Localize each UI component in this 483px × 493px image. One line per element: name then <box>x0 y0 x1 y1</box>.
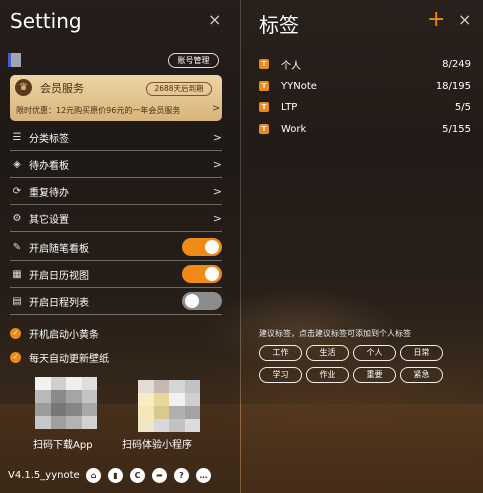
version-label: V4.1.5_yynote <box>8 470 80 481</box>
chat-icon[interactable]: … <box>196 468 211 483</box>
menu-item-label: 分类标签 <box>29 133 69 145</box>
tag-name: Work <box>281 123 307 135</box>
toggle-knob <box>185 294 199 308</box>
add-tag-icon[interactable]: + <box>427 9 445 31</box>
miniprogram-qr <box>138 380 200 432</box>
tag-name: LTP <box>281 101 298 113</box>
tag-item[interactable]: T YYNote 18/195 <box>259 78 471 94</box>
tag-icon: T <box>259 59 269 69</box>
suggested-tag-chip[interactable]: 日常 <box>400 345 443 361</box>
copyright-icon[interactable]: C <box>130 468 145 483</box>
tag-count: 5/155 <box>442 123 471 135</box>
suggested-tag-chip[interactable]: 个人 <box>353 345 396 361</box>
settings-title: Setting <box>10 9 82 33</box>
tag-count: 5/5 <box>454 101 471 113</box>
chevron-right-icon: > <box>212 184 222 198</box>
suggested-tag-chip[interactable]: 重要 <box>353 367 396 383</box>
tags-title: 标签 <box>259 13 299 37</box>
toggle-row-calendar-view: ▦ 开启日历视图 <box>10 261 222 288</box>
tag-icon: T <box>259 124 269 134</box>
schedule-icon: ▤ <box>12 295 22 307</box>
gear-icon: ⚙ <box>12 212 22 224</box>
member-service-card[interactable]: ♛ 会员服务 2688天后到期 限时优惠：12元购买原价96元的一年会员服务 > <box>10 75 222 121</box>
tag-item[interactable]: T 个人 8/249 <box>259 56 471 72</box>
repeat-icon: ⟳ <box>12 185 22 197</box>
toggle-row-notes-board: ✎ 开启随笔看板 <box>10 234 222 261</box>
home-icon[interactable]: ⌂ <box>86 468 101 483</box>
calendar-icon: ▦ <box>12 268 22 280</box>
member-expiry-badge: 2688天后到期 <box>146 82 212 96</box>
notes-board-toggle[interactable] <box>182 238 222 256</box>
check-label: 开机启动小黄条 <box>29 330 99 341</box>
book-icon[interactable]: ▮ <box>108 468 123 483</box>
toggle-label: 开启日历视图 <box>29 270 89 282</box>
suggested-tag-chip[interactable]: 作业 <box>306 367 349 383</box>
suggested-tag-chip[interactable]: 紧急 <box>400 367 443 383</box>
suggested-tag-chip[interactable]: 工作 <box>259 345 302 361</box>
tag-count: 18/195 <box>435 80 471 92</box>
check-icon: ✓ <box>10 352 21 363</box>
check-wallpaper[interactable]: ✓ 每天自动更新壁纸 <box>10 350 109 365</box>
toggle-row-schedule-list: ▤ 开启日程列表 <box>10 288 222 315</box>
toggle-label: 开启日程列表 <box>29 297 89 309</box>
avatar[interactable] <box>8 53 21 67</box>
member-promo-text: 限时优惠：12元购买原价96元的一年会员服务 <box>16 106 181 115</box>
qr-caption-miniprogram: 扫码体验小程序 <box>122 440 192 451</box>
suggest-tip: 建议标签，点击建议标签可添加到个人标签 <box>259 329 411 338</box>
suggested-tags: 工作 生活 个人 日常 学习 作业 重要 紧急 <box>259 345 445 383</box>
footer-icons: ⌂ ▮ C ➦ ? … <box>86 468 211 483</box>
toggle-knob <box>205 267 219 281</box>
chevron-right-icon: > <box>212 130 222 144</box>
tag-item[interactable]: T LTP 5/5 <box>259 99 471 115</box>
schedule-list-toggle[interactable] <box>182 292 222 310</box>
layers-icon: ◈ <box>13 158 21 170</box>
suggested-tag-chip[interactable]: 生活 <box>306 345 349 361</box>
app-download-qr <box>35 377 97 429</box>
tag-icon: T <box>259 81 269 91</box>
crown-icon: ♛ <box>15 79 32 96</box>
check-startup[interactable]: ✓ 开机启动小黄条 <box>10 326 99 341</box>
note-icon: ✎ <box>12 241 22 253</box>
tag-count: 8/249 <box>442 58 471 70</box>
check-icon: ✓ <box>10 328 21 339</box>
tags-panel: 标签 + × T 个人 8/249 T YYNote 18/195 T LTP … <box>241 0 483 493</box>
share-icon[interactable]: ➦ <box>152 468 167 483</box>
qr-caption-app: 扫码下载App <box>33 440 93 451</box>
menu-item-repeat-todo[interactable]: ⟳ 重复待办 > <box>10 178 222 205</box>
settings-close-icon[interactable]: × <box>208 12 221 28</box>
menu-item-tags[interactable]: ☰ 分类标签 > <box>10 124 222 151</box>
help-icon[interactable]: ? <box>174 468 189 483</box>
chevron-right-icon: > <box>212 157 222 171</box>
menu-item-label: 其它设置 <box>29 214 69 226</box>
list-icon: ☰ <box>12 131 22 143</box>
tag-name: 个人 <box>281 60 301 72</box>
tag-item[interactable]: T Work 5/155 <box>259 121 471 137</box>
calendar-view-toggle[interactable] <box>182 265 222 283</box>
chevron-right-icon: > <box>212 211 222 225</box>
menu-item-label: 重复待办 <box>29 187 69 199</box>
suggested-tag-chip[interactable]: 学习 <box>259 367 302 383</box>
member-title: 会员服务 <box>40 82 84 95</box>
menu-item-other-settings[interactable]: ⚙ 其它设置 > <box>10 205 222 232</box>
chevron-right-icon: > <box>212 103 221 114</box>
toggle-label: 开启随笔看板 <box>29 243 89 255</box>
tags-close-icon[interactable]: × <box>458 12 471 28</box>
tag-icon: T <box>259 102 269 112</box>
toggle-knob <box>205 240 219 254</box>
settings-panel: Setting × 账号管理 ♛ 会员服务 2688天后到期 限时优惠：12元购… <box>0 0 240 493</box>
menu-item-todo-board[interactable]: ◈ 待办看板 > <box>10 151 222 178</box>
account-manage-button[interactable]: 账号管理 <box>168 53 219 68</box>
menu-item-label: 待办看板 <box>29 160 69 172</box>
tag-name: YYNote <box>281 80 317 92</box>
check-label: 每天自动更新壁纸 <box>29 354 109 365</box>
